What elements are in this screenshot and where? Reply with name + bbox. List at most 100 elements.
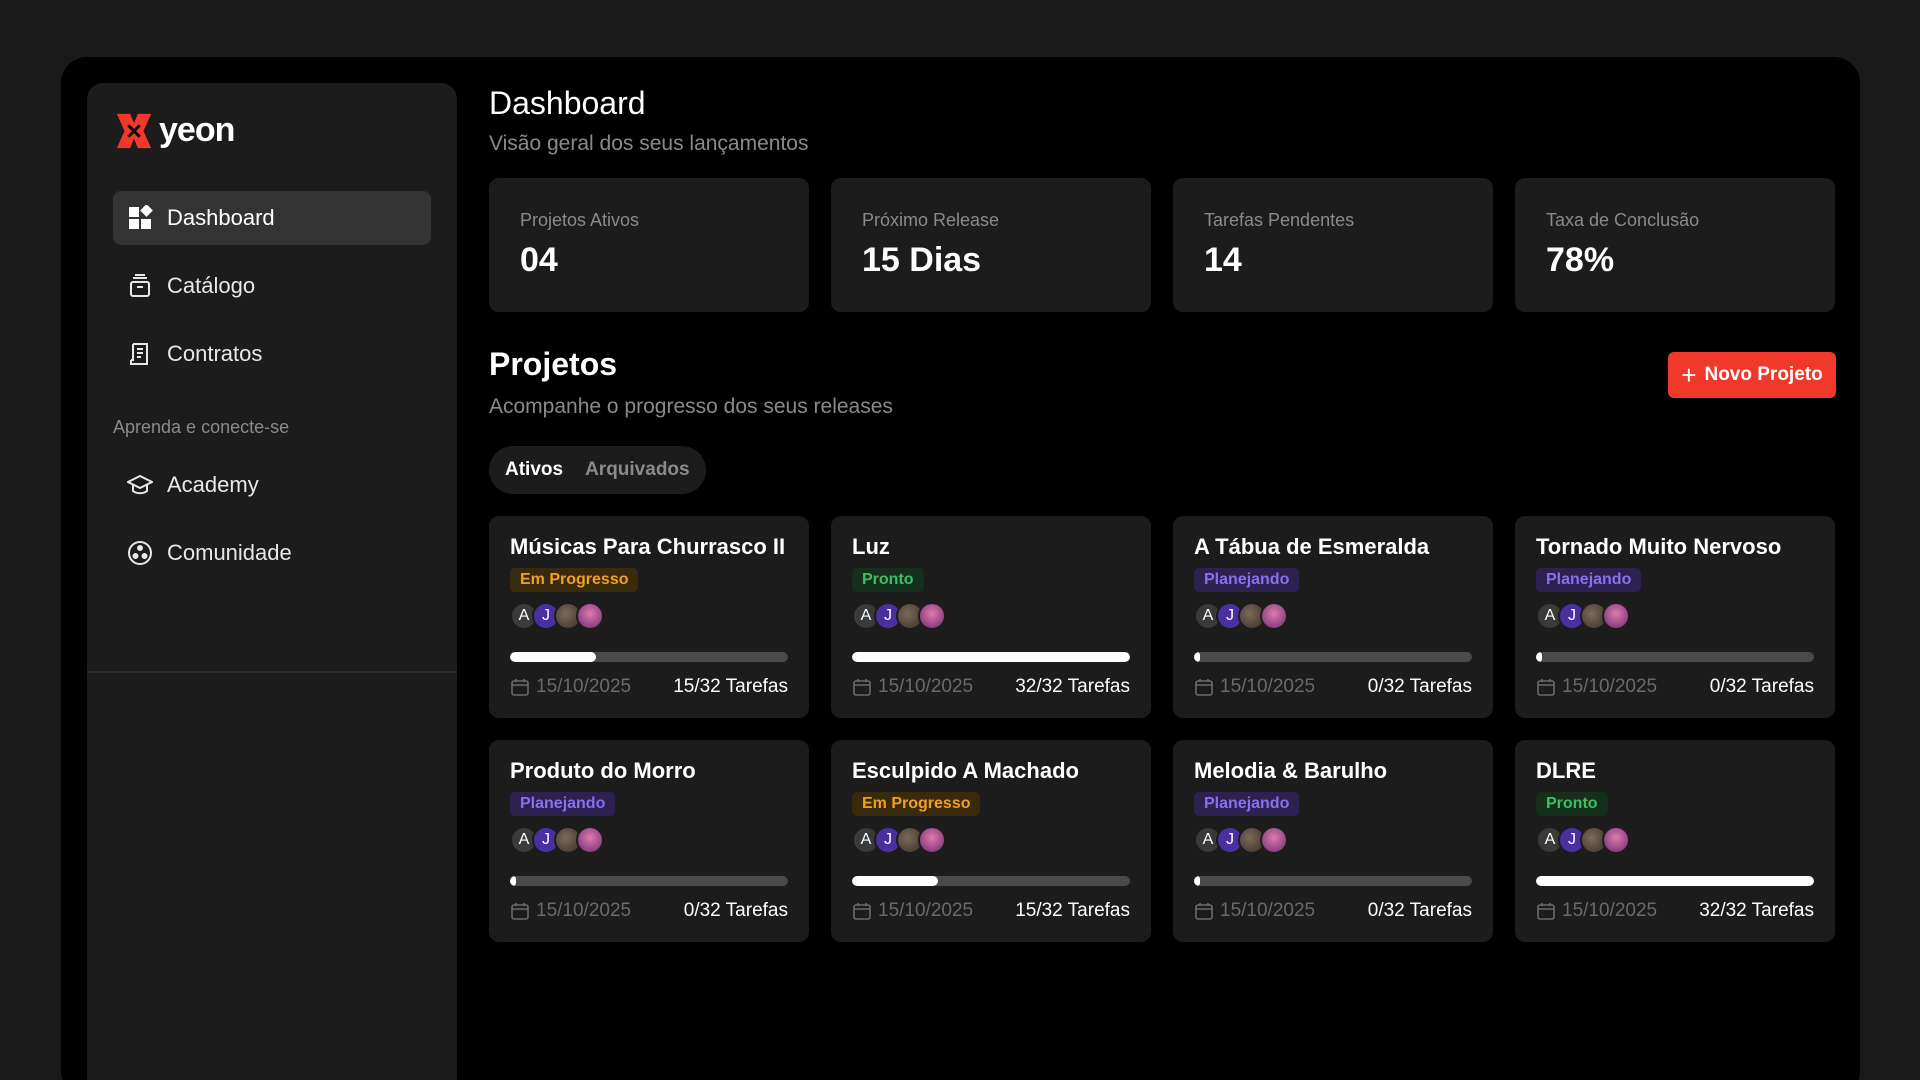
tab-active[interactable]: Ativos (505, 459, 563, 481)
project-title: Tornado Muito Nervoso (1536, 534, 1782, 559)
due-date: 15/10/2025 (852, 900, 973, 922)
due-date-text: 15/10/2025 (536, 900, 632, 921)
stat-card-next-release: Próximo Release 15 Dias (831, 178, 1151, 312)
sidebar-item-dashboard[interactable]: Dashboard (113, 191, 431, 245)
project-card[interactable]: Melodia & Barulho Planejando AJ 15/10/20… (1173, 740, 1493, 942)
avatar-group: AJ (510, 826, 788, 854)
brand-name: yeon (159, 111, 235, 149)
sidebar-item-label: Comunidade (167, 540, 292, 565)
status-badge: Em Progresso (852, 792, 981, 816)
avatar (918, 826, 946, 854)
status-badge: Pronto (852, 568, 924, 592)
app-window: yeon Dashboard Catálogo Contratos Aprend… (61, 57, 1860, 1080)
calendar-icon (511, 903, 529, 920)
card-footer: 15/10/2025 0/32 Tarefas (510, 900, 788, 922)
task-count: 15/32 Tarefas (1015, 900, 1130, 921)
card-footer: 15/10/2025 15/32 Tarefas (510, 676, 788, 698)
task-count: 0/32 Tarefas (1709, 676, 1814, 697)
project-card[interactable]: A Tábua de Esmeralda Planejando AJ 15/10… (1173, 516, 1493, 718)
project-tabs: Ativos Arquivados (489, 446, 706, 494)
due-date: 15/10/2025 (510, 676, 631, 698)
progress-bar-fill (852, 652, 1130, 662)
progress-bar-fill (1194, 876, 1200, 886)
avatar (1260, 826, 1288, 854)
task-count: 0/32 Tarefas (1367, 676, 1472, 697)
project-card[interactable]: Produto do Morro Planejando AJ 15/10/202… (489, 740, 809, 942)
status-badge: Em Progresso (510, 568, 639, 592)
yeon-logo-icon (116, 113, 152, 148)
sidebar-item-academy[interactable]: Academy (113, 458, 431, 512)
task-count: 15/32 Tarefas (673, 676, 788, 697)
status-badge: Planejando (510, 792, 616, 816)
project-card[interactable]: Tornado Muito Nervoso Planejando AJ 15/1… (1515, 516, 1835, 718)
card-footer: 15/10/2025 0/32 Tarefas (1194, 900, 1472, 922)
progress-bar (852, 652, 1130, 662)
due-date-text: 15/10/2025 (1562, 676, 1658, 697)
contracts-icon (130, 343, 148, 365)
stat-label: Tarefas Pendentes (1204, 210, 1355, 230)
progress-bar (1194, 876, 1472, 886)
sidebar-item-label: Academy (167, 472, 259, 497)
status-badge: Planejando (1194, 568, 1300, 592)
progress-bar-fill (510, 876, 516, 886)
project-card[interactable]: Luz Pronto AJ 15/10/2025 32/32 Tarefas (831, 516, 1151, 718)
due-date: 15/10/2025 (510, 900, 631, 922)
project-title: Produto do Morro (510, 758, 696, 783)
stat-label: Taxa de Conclusão (1546, 210, 1700, 230)
tab-archived[interactable]: Arquivados (585, 459, 690, 481)
stat-card-active-projects: Projetos Ativos 04 (489, 178, 809, 312)
progress-bar-fill (852, 876, 939, 886)
project-title: A Tábua de Esmeralda (1194, 534, 1430, 559)
avatar-group: AJ (852, 602, 1130, 630)
sidebar-item-catalog[interactable]: Catálogo (113, 259, 431, 313)
stat-value: 15 Dias (862, 241, 982, 279)
due-date: 15/10/2025 (1194, 676, 1315, 698)
project-title: Luz (852, 534, 890, 559)
progress-bar (1536, 876, 1814, 886)
community-icon (128, 541, 152, 565)
due-date: 15/10/2025 (1536, 900, 1657, 922)
stat-value: 14 (1204, 241, 1242, 279)
project-grid: Músicas Para Churrasco II Em Progresso A… (489, 516, 1836, 942)
stat-label: Projetos Ativos (520, 210, 640, 230)
project-title: Esculpido A Machado (852, 758, 1079, 783)
projects-subtitle: Acompanhe o progresso dos seus releases (489, 395, 893, 418)
stat-label: Próximo Release (862, 210, 1000, 230)
project-card[interactable]: Esculpido A Machado Em Progresso AJ 15/1… (831, 740, 1151, 942)
stat-value: 04 (520, 241, 558, 279)
progress-bar (852, 876, 1130, 886)
progress-bar (1536, 652, 1814, 662)
calendar-icon (853, 903, 871, 920)
dashboard-icon (129, 205, 153, 229)
task-count: 0/32 Tarefas (1367, 900, 1472, 921)
graduation-cap-icon (127, 474, 153, 495)
project-card[interactable]: Músicas Para Churrasco II Em Progresso A… (489, 516, 809, 718)
project-card[interactable]: DLRE Pronto AJ 15/10/2025 32/32 Tarefas (1515, 740, 1835, 942)
avatar (576, 602, 604, 630)
due-date-text: 15/10/2025 (878, 676, 974, 697)
sidebar-item-community[interactable]: Comunidade (113, 526, 431, 580)
new-project-button[interactable]: + Novo Projeto (1668, 352, 1836, 398)
stats-row: Projetos Ativos 04 Próximo Release 15 Di… (489, 178, 1836, 312)
new-project-label: Novo Projeto (1704, 364, 1823, 385)
calendar-icon (1537, 903, 1555, 920)
calendar-icon (853, 679, 871, 696)
stat-value: 78% (1546, 241, 1615, 279)
catalog-icon (130, 274, 150, 297)
due-date-text: 15/10/2025 (536, 676, 632, 697)
due-date-text: 15/10/2025 (1562, 900, 1658, 921)
card-footer: 15/10/2025 32/32 Tarefas (852, 676, 1130, 698)
avatar-group: AJ (852, 826, 1130, 854)
project-title: Melodia & Barulho (1194, 758, 1388, 783)
task-count: 0/32 Tarefas (683, 900, 788, 921)
page-title: Dashboard (489, 85, 646, 121)
progress-bar (510, 652, 788, 662)
brand-logo[interactable]: yeon (115, 111, 235, 150)
progress-bar-fill (1194, 652, 1200, 662)
stat-card-pending-tasks: Tarefas Pendentes 14 (1173, 178, 1493, 312)
avatar (576, 826, 604, 854)
sidebar-item-contracts[interactable]: Contratos (113, 327, 431, 381)
progress-bar-fill (510, 652, 597, 662)
due-date-text: 15/10/2025 (1220, 900, 1316, 921)
projects-header: Projetos Acompanhe o progresso dos seus … (489, 346, 1836, 426)
